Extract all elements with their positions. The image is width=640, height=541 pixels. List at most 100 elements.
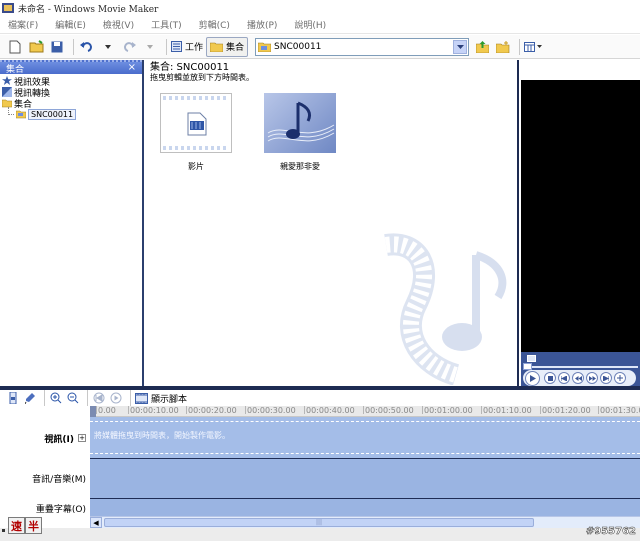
menu-view[interactable]: 檢視(V) — [103, 18, 134, 31]
clip-thumbnail — [160, 93, 232, 153]
tree-item-collections[interactable]: 集合 — [2, 98, 140, 110]
fast-forward-icon — [588, 375, 596, 381]
clip-tile-audio[interactable]: 親愛那非愛 — [262, 93, 338, 172]
clip-tile-video[interactable]: 影片 — [158, 93, 234, 172]
tasks-button[interactable]: 工作 — [171, 37, 203, 57]
microphone-icon — [24, 393, 35, 404]
rewind-icon — [93, 392, 105, 404]
collection-instruction: 拖曳剪輯並放到下方時間表。 — [150, 73, 254, 82]
set-audio-levels-button[interactable] — [6, 391, 20, 405]
play-timeline-button[interactable] — [109, 391, 123, 405]
collection-dropdown-button[interactable] — [453, 39, 468, 54]
previous-frame-button[interactable] — [558, 372, 570, 384]
seek-bar[interactable] — [523, 366, 638, 368]
next-frame-button[interactable] — [600, 372, 612, 384]
folder-icon — [210, 42, 224, 52]
narrate-timeline-button[interactable] — [23, 391, 37, 405]
timeline-horizontal-scrollbar[interactable]: ◀ ||| — [90, 516, 640, 528]
rewind-timeline-button[interactable] — [92, 391, 106, 405]
video-track-hint: 將媒體拖曳到時間表，開始製作電影。 — [94, 431, 230, 440]
overlay-track-header[interactable]: 重疊字幕(O) — [0, 500, 90, 516]
tree-item-label: SNC00011 — [28, 108, 77, 120]
collection-title: 集合: SNC00011 — [150, 62, 230, 73]
new-collection-folder-button[interactable] — [494, 37, 512, 57]
menu-file[interactable]: 檔案(F) — [8, 18, 38, 31]
rewind-icon — [574, 375, 582, 381]
menu-clip[interactable]: 剪輯(C) — [199, 18, 230, 31]
scrollbar-thumb[interactable]: ||| — [104, 518, 534, 527]
collection-selector[interactable]: SNC00011 — [255, 37, 470, 56]
menu-help[interactable]: 說明(H) — [294, 18, 326, 31]
expand-track-icon[interactable]: + — [78, 434, 86, 442]
timeline-toolbar: 顯示腳本 — [0, 390, 640, 406]
timeline-ruler[interactable]: 0.00 00:00:10.00 00:00:20.00 00:00:30.00… — [90, 406, 640, 417]
skip-back-icon — [561, 375, 567, 381]
collections-tree: 視訊效果 視訊轉換 集合 SNC00011 — [0, 74, 142, 122]
undo-button[interactable] — [78, 37, 96, 57]
collections-button[interactable]: 集合 — [206, 36, 249, 57]
rewind-button[interactable] — [572, 372, 584, 384]
tasks-button-label: 工作 — [185, 43, 204, 53]
ime-mode-key[interactable]: 速 — [8, 517, 25, 534]
new-project-button[interactable] — [6, 37, 24, 57]
ime-indicator[interactable]: 速 半 — [2, 517, 42, 534]
menu-edit[interactable]: 編輯(E) — [55, 18, 86, 31]
undo-dropdown-button[interactable] — [99, 37, 117, 57]
music-file-icon — [267, 101, 335, 142]
tasks-list-icon — [171, 41, 182, 52]
tree-item-video-effects[interactable]: 視訊效果 — [2, 76, 140, 88]
save-disk-icon — [51, 41, 63, 52]
play-button[interactable] — [525, 370, 540, 386]
show-storyboard-button[interactable]: 顯示腳本 — [135, 391, 187, 405]
ime-width-key[interactable]: 半 — [25, 517, 42, 534]
collection-contents-pane: 集合: SNC00011 拖曳剪輯並放到下方時間表。 影片 親愛那非愛 — [144, 60, 519, 386]
scroll-left-icon[interactable]: ◀ — [90, 517, 102, 528]
save-project-button[interactable] — [48, 37, 66, 57]
zoom-out-button[interactable] — [66, 391, 80, 405]
seek-handle[interactable] — [523, 363, 532, 370]
redo-arrow-icon — [124, 41, 136, 52]
video-track-header[interactable]: 視訊(I) + — [0, 425, 90, 451]
transition-icon — [2, 87, 12, 97]
chevron-down-icon — [147, 44, 153, 49]
open-project-button[interactable] — [27, 37, 45, 57]
toolbar-separator — [130, 390, 131, 406]
storyboard-icon — [135, 392, 148, 404]
views-button[interactable] — [524, 37, 543, 57]
audio-track-header[interactable]: 音訊/音樂(M) — [0, 469, 90, 487]
redo-dropdown-button[interactable] — [141, 37, 159, 57]
audio-levels-icon — [9, 392, 17, 404]
ruler-tick: 0.00 — [96, 406, 116, 415]
collections-button-label: 集合 — [226, 43, 245, 53]
up-level-button[interactable] — [473, 37, 491, 57]
ruler-tick: 00:00:40.00 — [304, 406, 355, 415]
tree-selected-item[interactable]: SNC00011 — [16, 108, 77, 120]
audio-track-label: 音訊/音樂(M) — [32, 474, 86, 485]
views-grid-icon — [524, 41, 536, 52]
menu-play[interactable]: 播放(P) — [247, 18, 277, 31]
audio-track[interactable] — [90, 459, 640, 499]
zoom-out-icon — [67, 392, 79, 404]
overlay-track[interactable] — [90, 499, 640, 517]
toolbar-separator — [166, 38, 167, 55]
tree-item-snc00011[interactable]: SNC00011 — [2, 107, 140, 120]
toolbar-separator — [87, 390, 88, 406]
fast-forward-button[interactable] — [586, 372, 598, 384]
stop-button[interactable] — [544, 372, 556, 384]
track-dotted-border — [90, 421, 640, 422]
playback-buttons — [523, 370, 636, 386]
snapshot-icon[interactable] — [527, 355, 536, 362]
tree-item-video-transitions[interactable]: 視訊轉換 — [2, 87, 140, 99]
zoom-in-button[interactable] — [49, 391, 63, 405]
show-storyboard-label: 顯示腳本 — [151, 394, 188, 405]
redo-button[interactable] — [120, 37, 138, 57]
new-folder-icon — [496, 40, 510, 53]
main-toolbar: 工作 集合 SNC00011 — [0, 35, 640, 59]
timeline-tracks: 將媒體拖曳到時間表，開始製作電影。 — [90, 417, 640, 517]
preview-controls — [521, 352, 640, 386]
close-icon[interactable]: × — [128, 63, 136, 73]
split-clip-button[interactable] — [614, 372, 626, 384]
video-track[interactable]: 將媒體拖曳到時間表，開始製作電影。 — [90, 417, 640, 459]
menu-tools[interactable]: 工具(T) — [151, 18, 182, 31]
video-track-label: 視訊(I) — [44, 434, 74, 445]
